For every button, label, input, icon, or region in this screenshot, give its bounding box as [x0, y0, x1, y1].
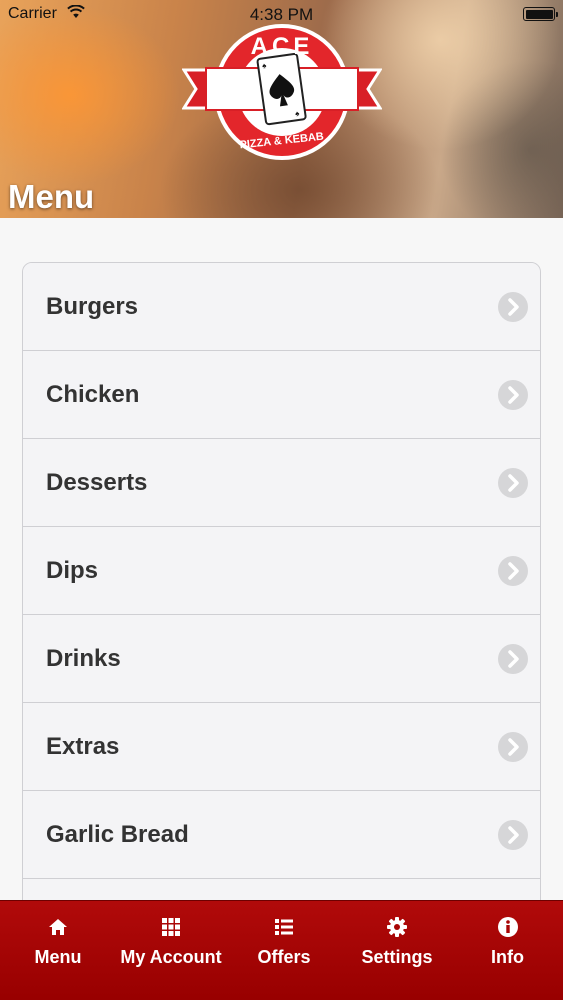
header-banner: Carrier 4:38 PM ♠ ♠ ACE PIZZA & KEBAB Me… [0, 0, 563, 218]
logo-brand: ACE [251, 33, 314, 60]
list-item-burgers[interactable]: Burgers [23, 263, 540, 351]
chevron-right-icon [498, 468, 528, 498]
chevron-right-icon [498, 820, 528, 850]
page-title: Menu [8, 178, 95, 215]
tab-settings[interactable]: Settings [342, 901, 452, 1000]
tab-menu[interactable]: Menu [0, 901, 116, 1000]
battery-icon [523, 7, 558, 21]
grid-icon [162, 918, 180, 936]
tab-label: Offers [257, 947, 311, 967]
list-item-label: Burgers [46, 293, 139, 320]
list-item-garlic-bread[interactable]: Garlic Bread [23, 791, 540, 879]
tab-label: Menu [34, 947, 82, 967]
tab-info[interactable]: Info [452, 901, 563, 1000]
battery-level [525, 9, 553, 19]
list-item-desserts[interactable]: Desserts [23, 439, 540, 527]
menu-category-list: Burgers Chicken Desserts Dips Drinks Ext… [22, 262, 541, 922]
list-icon [275, 919, 293, 935]
chevron-right-icon [498, 732, 528, 762]
list-item-extras[interactable]: Extras [23, 703, 540, 791]
list-item-label: Dips [46, 557, 99, 584]
home-icon [49, 919, 67, 935]
tab-label: My Account [120, 947, 222, 967]
tab-offers[interactable]: Offers [226, 901, 342, 1000]
chevron-right-icon [498, 644, 528, 674]
list-item-label: Drinks [46, 645, 121, 672]
list-item-label: Desserts [46, 469, 148, 496]
tab-my-account[interactable]: My Account [116, 901, 226, 1000]
list-item-label: Garlic Bread [46, 821, 189, 848]
chevron-right-icon [498, 292, 528, 322]
chevron-right-icon [498, 556, 528, 586]
info-icon [497, 917, 518, 937]
list-item-label: Extras [46, 733, 120, 760]
list-item-chicken[interactable]: Chicken [23, 351, 540, 439]
tab-label: Settings [361, 947, 433, 967]
chevron-right-icon [498, 380, 528, 410]
ace-logo: ♠ ♠ ACE PIZZA & KEBAB [182, 24, 382, 160]
gear-icon [387, 917, 407, 937]
list-item-label: Chicken [46, 381, 140, 408]
list-item-drinks[interactable]: Drinks [23, 615, 540, 703]
list-item-dips[interactable]: Dips [23, 527, 540, 615]
bottom-tab-bar: Menu My Account Offers Settings Info [0, 900, 563, 1000]
tab-label: Info [491, 947, 524, 967]
